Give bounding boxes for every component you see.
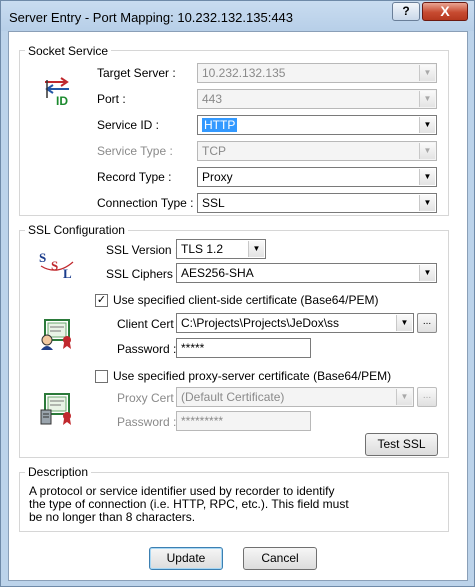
proxy-cert-checkbox[interactable]	[95, 370, 108, 383]
window-title: Server Entry - Port Mapping: 10.232.132.…	[9, 10, 294, 25]
record-type-value: Proxy	[202, 170, 233, 184]
service-id-value: HTTP	[202, 118, 238, 132]
chevron-down-icon: ▼	[419, 91, 435, 107]
proxy-cert-label: Proxy Cert :	[117, 391, 181, 405]
service-id-select[interactable]: HTTP ▼	[197, 115, 437, 135]
chevron-down-icon: ▼	[248, 241, 264, 257]
chevron-down-icon: ▼	[419, 143, 435, 159]
ssl-icon: S S L	[39, 250, 74, 280]
chevron-down-icon: ▼	[396, 389, 412, 405]
cancel-button[interactable]: Cancel	[243, 547, 317, 570]
ssl-ciphers-value: AES256-SHA	[181, 266, 254, 280]
client-cert-checkbox[interactable]: ✓	[95, 294, 108, 307]
record-type-label: Record Type :	[97, 170, 172, 184]
description-line: be no longer than 8 characters.	[29, 510, 196, 524]
connection-type-label: Connection Type :	[97, 196, 194, 210]
client-cert-browse-button[interactable]: ...	[417, 313, 437, 333]
ssl-version-label: SSL Version :	[106, 243, 179, 257]
title-bar[interactable]: Server Entry - Port Mapping: 10.232.132.…	[1, 1, 474, 31]
dialog-window: Server Entry - Port Mapping: 10.232.132.…	[0, 0, 475, 587]
proxy-cert-value: (Default Certificate)	[181, 390, 285, 404]
proxy-password-input[interactable]: *********	[176, 411, 311, 431]
proxy-cert-browse-button[interactable]: ...	[417, 387, 437, 407]
port-label: Port :	[97, 92, 126, 106]
port-id-icon: ID	[45, 77, 69, 108]
socket-service-label: Socket Service	[25, 44, 112, 58]
client-cert-label: Client Cert :	[117, 317, 181, 331]
service-type-label: Service Type :	[97, 144, 173, 158]
connection-type-select[interactable]: SSL ▼	[197, 193, 437, 213]
target-server-label: Target Server :	[97, 66, 176, 80]
service-type-select[interactable]: TCP ▼	[197, 141, 437, 161]
close-button[interactable]: X	[422, 2, 468, 21]
client-cert-value: C:\Projects\Projects\JeDox\ss	[181, 316, 340, 330]
chevron-down-icon: ▼	[396, 315, 412, 331]
target-server-value: 10.232.132.135	[202, 66, 286, 80]
proxy-password-label: Password :	[117, 415, 177, 429]
record-type-select[interactable]: Proxy ▼	[197, 167, 437, 187]
update-button[interactable]: Update	[149, 547, 223, 570]
ssl-ciphers-label: SSL Ciphers :	[106, 267, 180, 281]
description-label: Description	[25, 465, 92, 479]
proxy-cert-select[interactable]: (Default Certificate) ▼	[176, 387, 414, 407]
help-button[interactable]: ?	[392, 2, 420, 21]
chevron-down-icon: ▼	[419, 117, 435, 133]
ssl-version-value: TLS 1.2	[181, 242, 224, 256]
ssl-version-select[interactable]: TLS 1.2 ▼	[176, 239, 266, 259]
redacted-area	[339, 315, 394, 331]
chevron-down-icon: ▼	[419, 195, 435, 211]
client-password-input[interactable]: *****	[176, 338, 311, 358]
description-text: A protocol or service identifier used by…	[29, 485, 449, 524]
dialog-body: Socket Service ID Target Server : 10.232…	[8, 31, 468, 581]
certificate-user-icon	[41, 319, 71, 350]
service-id-label: Service ID :	[97, 118, 160, 132]
client-cert-checkbox-label[interactable]: Use specified client-side certificate (B…	[113, 293, 378, 307]
port-value: 443	[202, 92, 223, 106]
target-server-select[interactable]: 10.232.132.135 ▼	[197, 63, 437, 83]
ssl-configuration-label: SSL Configuration	[25, 223, 128, 237]
proxy-password-value: *********	[181, 414, 224, 428]
ssl-icon-letter-s1: S	[39, 250, 46, 265]
port-id-icon-text: ID	[56, 94, 68, 108]
ssl-ciphers-select[interactable]: AES256-SHA ▼	[176, 263, 437, 283]
certificate-server-icon	[40, 393, 71, 425]
port-select[interactable]: 443 ▼	[197, 89, 437, 109]
service-type-value: TCP	[202, 144, 226, 158]
connection-type-value: SSL	[202, 196, 225, 210]
test-ssl-button[interactable]: Test SSL	[365, 433, 438, 456]
proxy-cert-checkbox-label[interactable]: Use specified proxy-server certificate (…	[113, 369, 391, 383]
client-password-value: *****	[181, 341, 205, 355]
chevron-down-icon: ▼	[419, 169, 435, 185]
chevron-down-icon: ▼	[419, 265, 435, 281]
chevron-down-icon: ▼	[419, 65, 435, 81]
client-password-label: Password :	[117, 342, 177, 356]
